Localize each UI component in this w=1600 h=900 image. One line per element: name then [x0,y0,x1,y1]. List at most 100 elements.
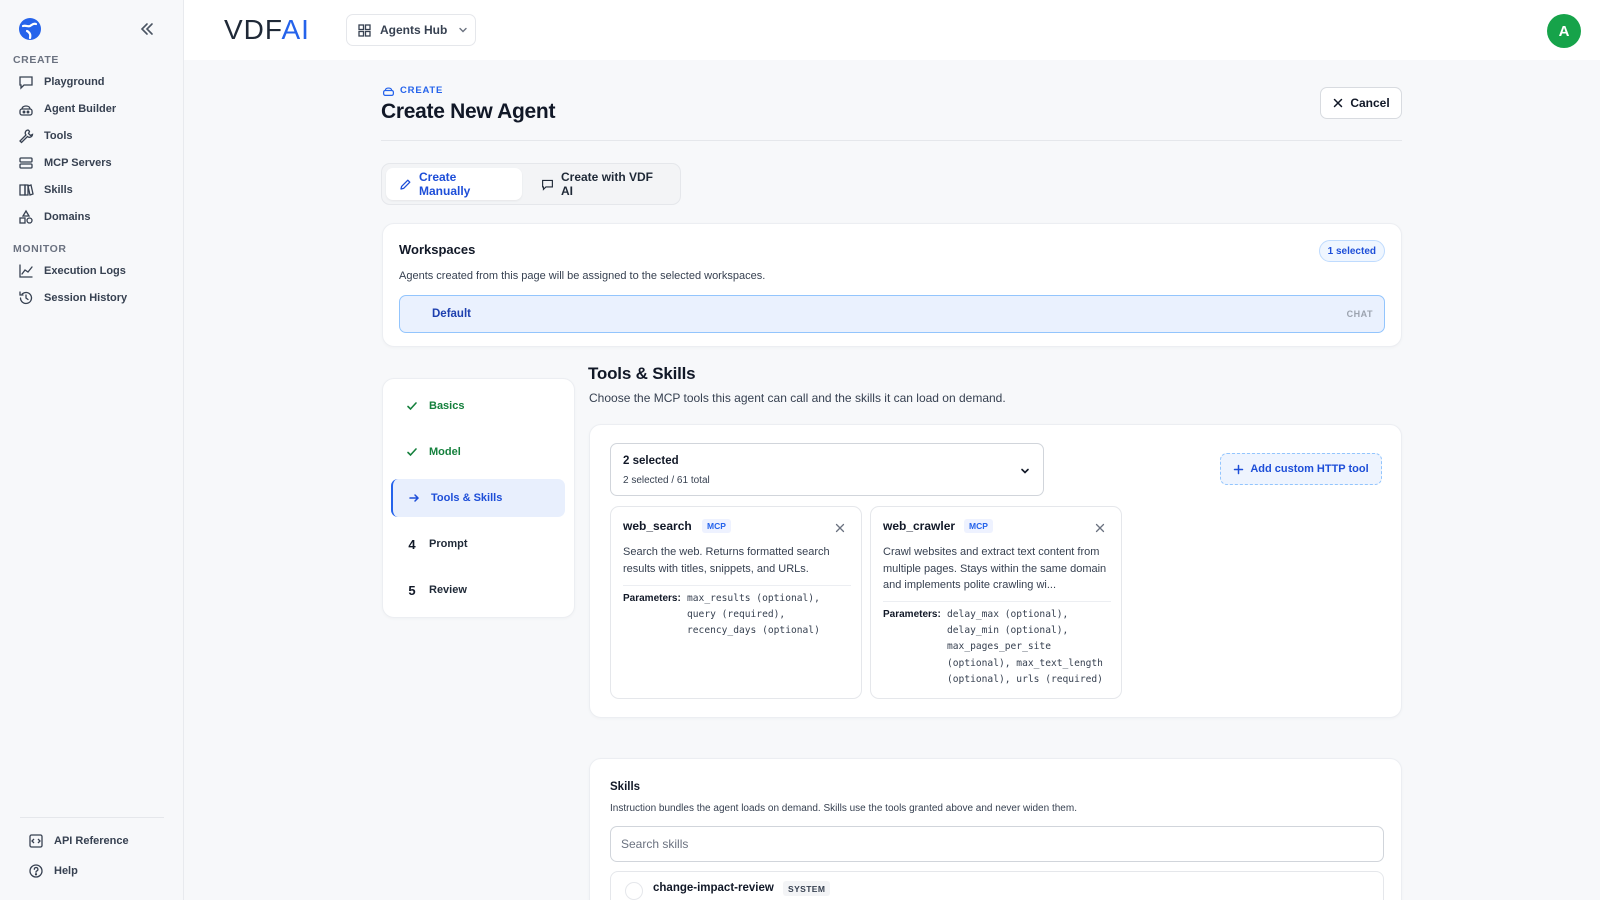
workspaces-card: Workspaces 1 selected Agents created fro… [382,223,1402,347]
code-icon [28,833,44,849]
tool-params-label: Parameters: [623,593,681,604]
sidebar-item-help[interactable]: Help [18,858,186,884]
step-model[interactable]: Model [391,433,565,471]
remove-tool-icon[interactable] [835,523,845,533]
chat-icon [541,178,554,191]
tools-multiselect[interactable]: 2 selected 2 selected / 61 total [610,443,1044,496]
tool-tag: MCP [702,519,731,533]
workspace-option-default[interactable]: Default CHAT [399,295,1385,333]
step-number: 5 [408,582,416,598]
sidebar-item-domains[interactable]: Domains [8,204,176,230]
tool-description: Crawl websites and extract text content … [883,546,1107,591]
title-divider [381,140,1402,141]
tool-params: delay_max (optional), delay_min (optiona… [947,609,1103,685]
step-review[interactable]: 5 Review [391,571,565,609]
step-label: Review [429,584,467,596]
check-icon [405,445,419,459]
add-custom-http-tool-button[interactable]: Add custom HTTP tool [1220,453,1382,485]
pencil-icon [399,178,412,191]
agents-hub-dropdown[interactable]: Agents Hub [346,14,476,46]
tool-params: max_results (optional), query (required)… [687,593,820,637]
skills-card: Skills Instruction bundles the agent loa… [589,758,1402,900]
collapse-sidebar-icon[interactable] [138,20,156,38]
section-description: Choose the MCP tools this agent can call… [589,391,1006,405]
sidebar: CREATE Playground Agent Builder Tools MC… [0,0,184,900]
user-avatar[interactable]: A [1547,14,1581,48]
close-icon [1332,97,1344,109]
cancel-label: Cancel [1350,96,1390,110]
remove-tool-icon[interactable] [1095,523,1105,533]
tab-label: Create with VDF AI [561,170,654,198]
skill-item[interactable]: change-impact-review SYSTEM [610,871,1384,900]
sidebar-item-session-history[interactable]: Session History [8,285,176,311]
brand-text: VDF [224,14,282,45]
sidebar-item-skills[interactable]: Skills [8,177,176,203]
workspaces-description: Agents created from this page will be as… [399,270,766,282]
tool-params-label: Parameters: [883,609,941,620]
sidebar-item-label: MCP Servers [44,157,112,169]
app-logo[interactable] [18,17,42,41]
skill-checkbox[interactable] [625,882,643,900]
sidebar-item-agent-builder[interactable]: Agent Builder [8,96,176,122]
skill-tag: SYSTEM [783,881,831,896]
brand-text-accent: AI [281,14,310,45]
plus-icon [1233,464,1244,475]
sidebar-divider [20,817,164,818]
tool-description: Search the web. Returns formatted search… [623,546,830,575]
brand-logo[interactable]: VDFAI [224,14,310,46]
skill-name: change-impact-review [653,882,774,894]
tools-select-count: 2 selected / 61 total [623,475,710,486]
sidebar-item-label: Domains [44,211,91,223]
tool-name: web_crawler [883,519,956,533]
sidebar-item-label: Execution Logs [44,265,126,277]
step-label: Tools & Skills [431,492,503,504]
sidebar-item-label: Skills [44,184,73,196]
creation-mode-toggle: Create Manually Create with VDF AI [381,163,681,205]
section-label-monitor: MONITOR [13,243,67,255]
tool-divider [883,601,1111,602]
check-icon [405,399,419,413]
help-icon [28,863,44,879]
wizard-steps: Basics Model Tools & Skills 4 Prompt 5 R… [382,378,575,618]
step-label: Prompt [429,538,468,550]
sidebar-item-mcp-servers[interactable]: MCP Servers [8,150,176,176]
cancel-button[interactable]: Cancel [1320,87,1402,119]
history-icon [18,290,34,306]
section-title: Tools & Skills [588,364,696,383]
workspace-tag: CHAT [1346,309,1373,319]
step-label: Model [429,446,461,458]
workspaces-title: Workspaces [399,242,476,257]
shapes-icon [18,209,34,225]
tool-card-web-crawler: web_crawler MCP Crawl websites and extra… [870,506,1122,699]
sidebar-item-api-reference[interactable]: API Reference [18,828,186,854]
tools-card: 2 selected 2 selected / 61 total Add cus… [589,424,1402,718]
step-basics[interactable]: Basics [391,387,565,425]
tools-select-value: 2 selected [623,455,679,467]
step-number: 4 [408,536,416,552]
skills-search-input[interactable] [610,826,1384,862]
sidebar-item-tools[interactable]: Tools [8,123,176,149]
tool-tag: MCP [964,519,993,533]
agents-hub-label: Agents Hub [380,23,448,37]
add-tool-label: Add custom HTTP tool [1250,463,1369,475]
workspace-name: Default [432,308,471,320]
sidebar-item-playground[interactable]: Playground [8,69,176,95]
chevron-down-icon [457,24,469,36]
skills-title: Skills [610,781,641,793]
tab-create-with-ai[interactable]: Create with VDF AI [528,168,680,200]
step-prompt[interactable]: 4 Prompt [391,525,565,563]
sidebar-item-label: Session History [44,292,128,304]
server-icon [18,155,34,171]
tool-divider [623,585,851,586]
sidebar-item-execution-logs[interactable]: Execution Logs [8,258,176,284]
robot-icon [382,84,395,97]
grid-icon [357,23,372,38]
sidebar-item-label: Help [54,865,78,877]
sidebar-item-label: Tools [44,130,73,142]
step-tools-skills[interactable]: Tools & Skills [391,479,565,517]
tab-create-manually[interactable]: Create Manually [386,168,522,200]
page-title: Create New Agent [381,100,556,123]
sidebar-item-label: Agent Builder [44,103,117,115]
book-icon [18,182,34,198]
page-eyebrow-label: CREATE [400,85,444,96]
